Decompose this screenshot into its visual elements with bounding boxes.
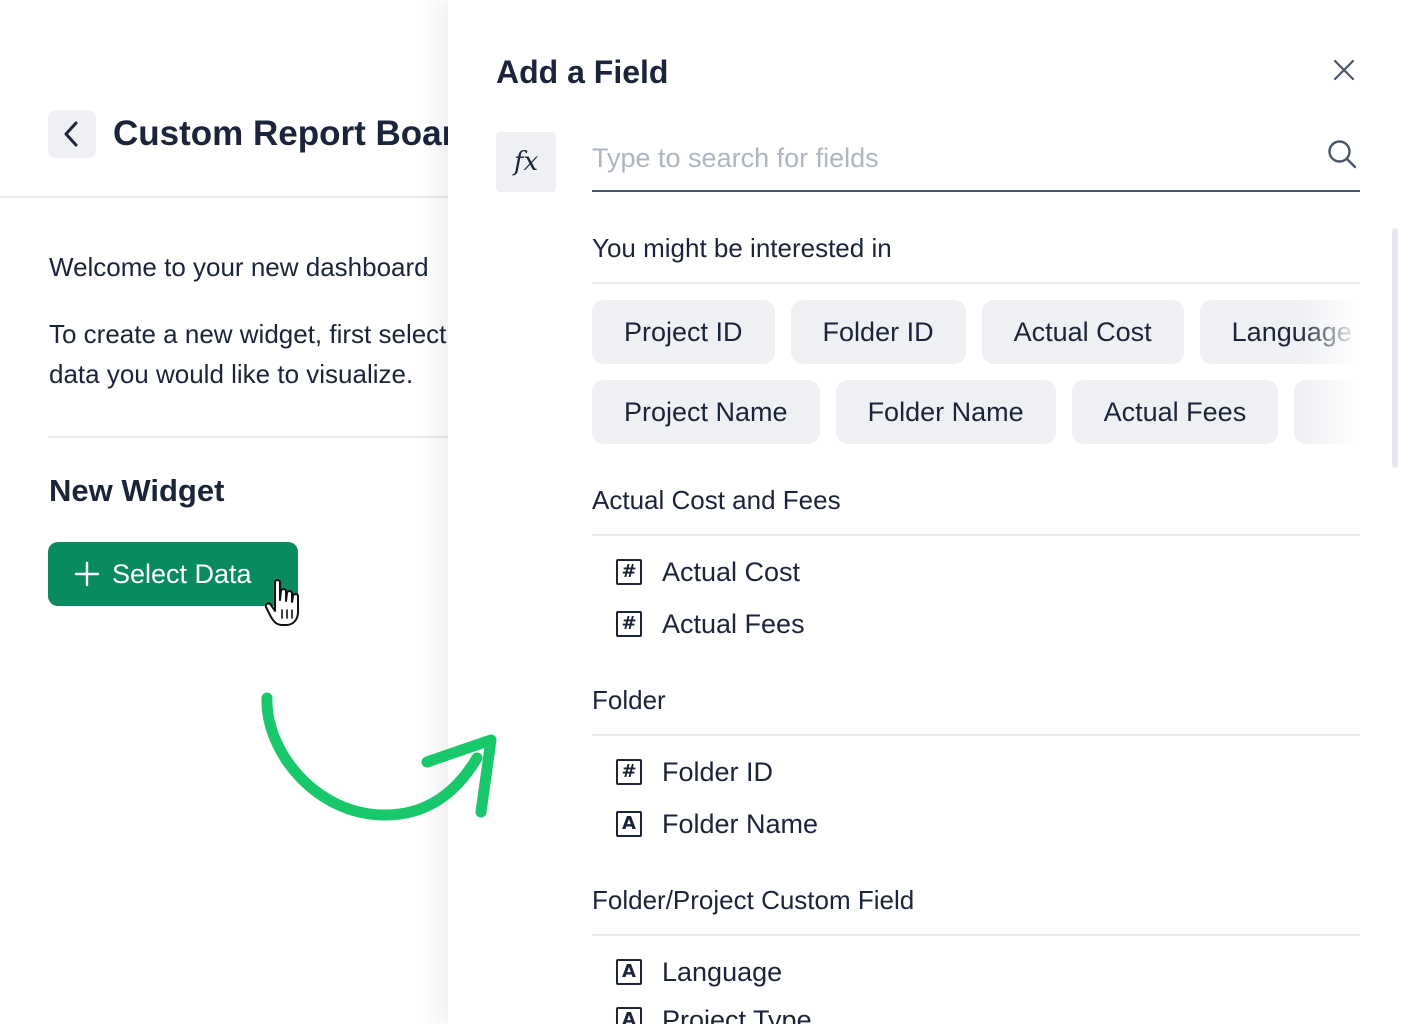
field-folder-id[interactable]: # Folder ID — [616, 752, 773, 792]
instructions-line-2: data you would like to visualize. — [49, 359, 414, 389]
formula-button[interactable]: fx — [496, 132, 556, 192]
instructions-line-1: To create a new widget, first select the — [49, 319, 470, 349]
suggestion-row-1: Project ID Folder ID Actual Cost Languag… — [592, 300, 1360, 364]
dashboard-pane: Custom Report Board Welcome to your new … — [0, 0, 470, 1024]
chip-actual-cost[interactable]: Actual Cost — [981, 300, 1184, 364]
suggestion-row-2: Project Name Folder Name Actual Fees — [592, 380, 1360, 444]
chip-project-id[interactable]: Project ID — [592, 300, 775, 364]
chip-project-name[interactable]: Project Name — [592, 380, 820, 444]
close-button[interactable] — [1328, 54, 1360, 86]
divider — [592, 282, 1360, 284]
add-field-panel: Add a Field fx You might be interested i… — [448, 0, 1408, 1024]
select-data-label: Select Data — [112, 558, 252, 589]
text-type-icon: A — [616, 1007, 642, 1024]
number-type-icon: # — [616, 759, 642, 785]
group-label-custom-field: Folder/Project Custom Field — [592, 885, 915, 915]
close-icon — [1333, 59, 1355, 81]
hand-cursor-icon — [264, 579, 299, 626]
back-button[interactable] — [48, 110, 96, 158]
chip-more[interactable] — [1294, 380, 1360, 444]
field-label: Project Type — [662, 1004, 812, 1024]
group-label-folder: Folder — [592, 685, 666, 715]
search-icon[interactable] — [1326, 138, 1358, 170]
divider — [592, 534, 1360, 536]
suggestions-label: You might be interested in — [592, 233, 892, 263]
search-input[interactable] — [592, 128, 1312, 188]
field-label: Actual Fees — [662, 608, 805, 639]
new-widget-heading: New Widget — [49, 473, 225, 508]
curved-arrow-icon — [261, 692, 497, 821]
chip-folder-id[interactable]: Folder ID — [790, 300, 966, 364]
divider — [592, 734, 1360, 736]
field-language[interactable]: A Language — [616, 952, 782, 992]
field-folder-name[interactable]: A Folder Name — [616, 804, 818, 844]
page-title: Custom Report Board — [113, 114, 470, 153]
chevron-left-icon — [64, 121, 78, 147]
field-label: Folder ID — [662, 756, 774, 787]
text-type-icon: A — [616, 811, 642, 837]
field-project-type[interactable]: A Project Type — [616, 1000, 812, 1024]
chip-folder-name[interactable]: Folder Name — [835, 380, 1056, 444]
welcome-text: Welcome to your new dashboard — [49, 252, 429, 282]
select-data-button[interactable]: Select Data — [48, 542, 298, 606]
chip-language[interactable]: Language — [1199, 300, 1360, 364]
chip-actual-fees[interactable]: Actual Fees — [1071, 380, 1279, 444]
panel-title: Add a Field — [496, 54, 669, 90]
field-label: Actual Cost — [662, 556, 801, 587]
field-label: Language — [662, 956, 783, 987]
instructions-text: To create a new widget, first select the… — [49, 314, 470, 394]
field-actual-cost[interactable]: # Actual Cost — [616, 552, 800, 592]
dashboard-header: Custom Report Board — [0, 0, 470, 198]
search-field — [592, 128, 1360, 192]
number-type-icon: # — [616, 611, 642, 637]
scrollbar[interactable] — [1392, 228, 1398, 468]
number-type-icon: # — [616, 559, 642, 585]
text-type-icon: A — [616, 959, 642, 985]
divider — [592, 934, 1360, 936]
field-actual-fees[interactable]: # Actual Fees — [616, 604, 805, 644]
plus-icon — [74, 561, 100, 587]
divider — [48, 436, 468, 438]
field-label: Folder Name — [662, 808, 819, 839]
group-label-actual-cost-fees: Actual Cost and Fees — [592, 485, 841, 515]
